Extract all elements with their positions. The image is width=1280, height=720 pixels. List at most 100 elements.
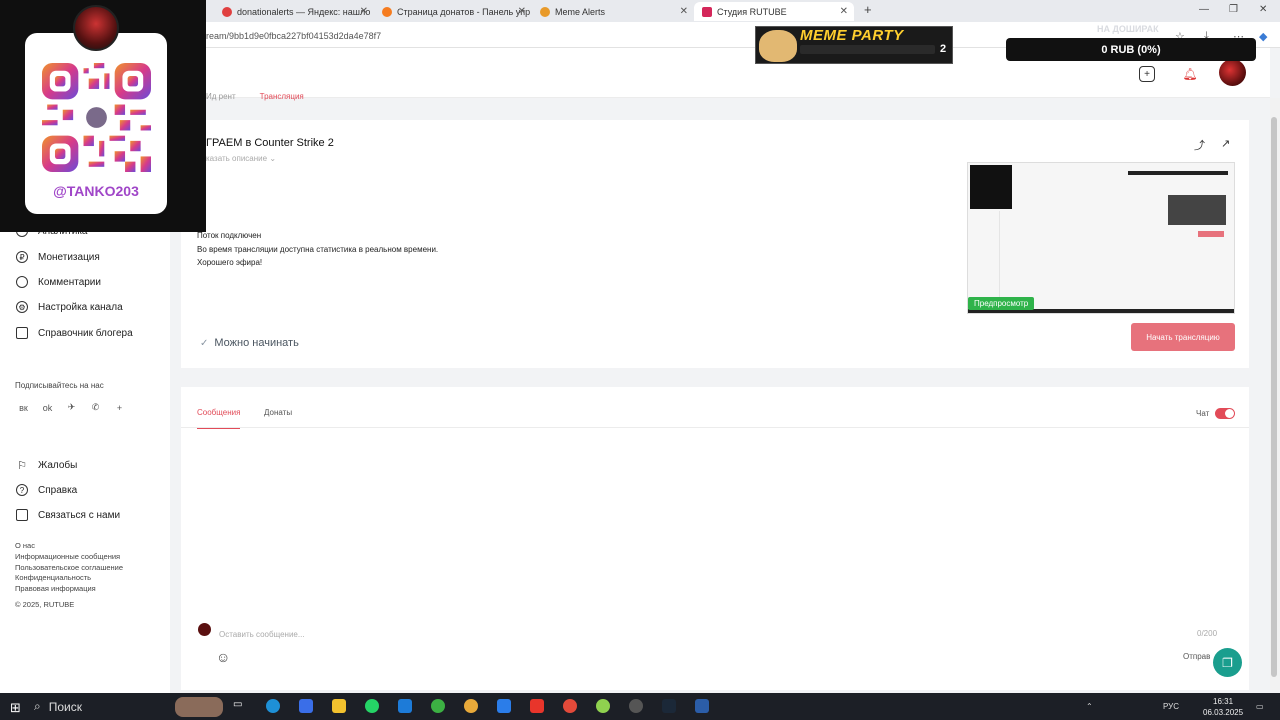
browser-tab[interactable]: Страница донатов - Панель упр ✕ — [374, 2, 532, 21]
start-stream-button[interactable]: Начать трансляцию — [1131, 323, 1235, 351]
upload-plus-icon[interactable]: + — [1139, 66, 1155, 82]
gear-icon: ⚙ — [16, 301, 28, 313]
new-tab-icon[interactable]: + — [864, 2, 872, 17]
tab-title: Meme Alerts — [555, 6, 606, 17]
lang-indicator[interactable]: РУС — [1163, 702, 1179, 711]
browser-tab-active[interactable]: Студия RUTUBE ✕ — [694, 2, 854, 21]
stream-preview[interactable] — [967, 162, 1235, 314]
donation-goal-bar: 0 RUB (0%) — [1006, 38, 1256, 61]
book-icon — [16, 327, 28, 339]
vk-icon[interactable]: вк — [16, 400, 31, 415]
sidebar-item-label: Жалобы — [38, 459, 78, 471]
external-link-icon[interactable]: ↗ — [1221, 137, 1230, 150]
tab-donations[interactable]: Донаты — [264, 408, 292, 417]
emoji-icon[interactable]: ☺ — [216, 649, 230, 665]
minimize-icon[interactable]: — — [1199, 4, 1209, 15]
ready-indicator: ✓ Можно начинать — [200, 337, 299, 349]
share-icon[interactable]: ⤴ — [1194, 137, 1205, 153]
yandex-browser-icon[interactable] — [563, 699, 577, 713]
copilot-icon[interactable]: ◆ — [1259, 30, 1267, 43]
sidebar-item-help[interactable]: ? Справка — [16, 484, 77, 496]
whatsapp-icon[interactable] — [365, 699, 379, 713]
close-icon[interactable]: ✕ — [518, 6, 526, 17]
preview-overlay-bar — [1128, 171, 1228, 175]
scrollbar-thumb[interactable] — [1271, 117, 1277, 677]
obs-icon[interactable] — [629, 699, 643, 713]
maximize-icon[interactable]: ❐ — [1229, 4, 1238, 15]
footer-link[interactable]: О нас — [15, 541, 35, 550]
taskbar-clock[interactable]: 16:31 06.03.2025 — [1203, 696, 1243, 718]
task-view-icon[interactable]: ▭ — [233, 699, 247, 713]
folder-icon[interactable] — [332, 699, 346, 713]
taskbar-search[interactable]: ⌕ Поиск — [34, 693, 82, 720]
notifications-icon[interactable]: ▭ — [1256, 702, 1264, 711]
doge-icon — [759, 30, 797, 62]
show-description-label: казать описание — [206, 154, 268, 163]
window-close-icon[interactable]: ✕ — [1259, 4, 1267, 15]
telegram-icon[interactable]: ✈ — [64, 400, 79, 415]
sidebar-item-blogger-guide[interactable]: Справочник блогера — [16, 327, 133, 339]
browser-tab[interactable]: Meme Alerts ✕ — [532, 2, 694, 21]
viber-icon[interactable]: ✆ — [88, 400, 103, 415]
chrome-icon[interactable] — [464, 699, 478, 713]
sidebar-item-monetization[interactable]: ₽ Монетизация — [16, 251, 100, 263]
send-button[interactable]: Отправ — [1183, 652, 1210, 661]
clock-time: 16:31 — [1213, 697, 1234, 706]
outlook-icon[interactable] — [398, 699, 412, 713]
yandex-icon[interactable] — [530, 699, 544, 713]
footer-link[interactable]: Конфиденциальность — [15, 573, 91, 582]
shield-icon[interactable] — [497, 699, 511, 713]
taskbar-search-label: Поиск — [48, 699, 82, 714]
taskbar-widget-image[interactable] — [175, 697, 223, 717]
sidebar-item-contact[interactable]: Связаться с нами — [16, 509, 120, 521]
store-icon[interactable] — [299, 699, 313, 713]
meme-progress-bar — [800, 45, 935, 54]
sidebar-item-label: Настройка канала — [38, 301, 123, 313]
preview-badge: Предпросмотр — [968, 297, 1035, 310]
support-chat-button[interactable]: ❐ — [1213, 648, 1242, 677]
close-icon[interactable]: ✕ — [360, 6, 368, 17]
tab-title: Страница донатов - Панель упр — [397, 6, 531, 17]
ok-icon[interactable]: ok — [40, 400, 55, 415]
preview-qr-thumbnail — [970, 165, 1012, 209]
page-tab[interactable]: Ид рент — [206, 92, 236, 101]
app-icon[interactable] — [695, 699, 709, 713]
sidebar-item-comments[interactable]: Комментарии — [16, 276, 101, 288]
search-icon: ⌕ — [34, 699, 41, 713]
avatar — [198, 623, 211, 636]
tray-chevron-icon[interactable]: ⌃ — [1086, 702, 1093, 711]
preview-sidebar — [970, 211, 1000, 311]
preview-thumbnail — [1168, 195, 1226, 225]
meme-party-title: MEME PARTY — [800, 27, 904, 44]
more-icon[interactable]: + — [112, 400, 127, 415]
show-description-link[interactable]: казать описание ⌄ — [206, 154, 276, 163]
app-icon[interactable] — [596, 699, 610, 713]
notification-bell-icon[interactable]: 🔔︎ — [1182, 66, 1198, 82]
footer-link[interactable]: Пользовательское соглашение — [15, 563, 123, 572]
steam-icon[interactable] — [662, 699, 676, 713]
chat-toggle[interactable] — [1215, 408, 1235, 419]
utorrent-icon[interactable] — [431, 699, 445, 713]
user-avatar[interactable] — [1219, 59, 1246, 86]
edge-icon[interactable] — [266, 699, 280, 713]
sidebar-item-complaints[interactable]: ⚐ Жалобы — [16, 459, 78, 472]
close-icon[interactable]: ✕ — [840, 6, 848, 17]
message-input[interactable] — [219, 627, 999, 641]
url-text[interactable]: ream/9bb1d9e0fbca227bf04153d2da4e78f7 — [206, 31, 381, 41]
chat-divider — [181, 427, 1249, 428]
windows-start-icon[interactable]: ⊞ — [10, 700, 21, 716]
chevron-down-icon: ⌄ — [269, 154, 277, 163]
browser-tab[interactable]: donationalerts — Яндекс: нашло ✕ — [214, 2, 374, 21]
flag-icon: ⚐ — [17, 459, 27, 472]
sidebar-item-channel-settings[interactable]: ⚙ Настройка канала — [16, 301, 123, 313]
yandex-favicon-icon — [222, 6, 232, 17]
close-icon[interactable]: ✕ — [680, 6, 688, 17]
sidebar-item-label: Монетизация — [38, 251, 100, 263]
money-icon: ₽ — [16, 251, 28, 263]
page-tab-active[interactable]: Трансляция — [260, 92, 304, 101]
tab-messages[interactable]: Сообщения — [197, 408, 241, 429]
tab-title: donationalerts — Яндекс: нашло — [237, 6, 371, 17]
sidebar-item-label: Комментарии — [38, 276, 101, 288]
footer-link[interactable]: Правовая информация — [15, 584, 96, 593]
footer-link[interactable]: Информационные сообщения — [15, 552, 120, 561]
